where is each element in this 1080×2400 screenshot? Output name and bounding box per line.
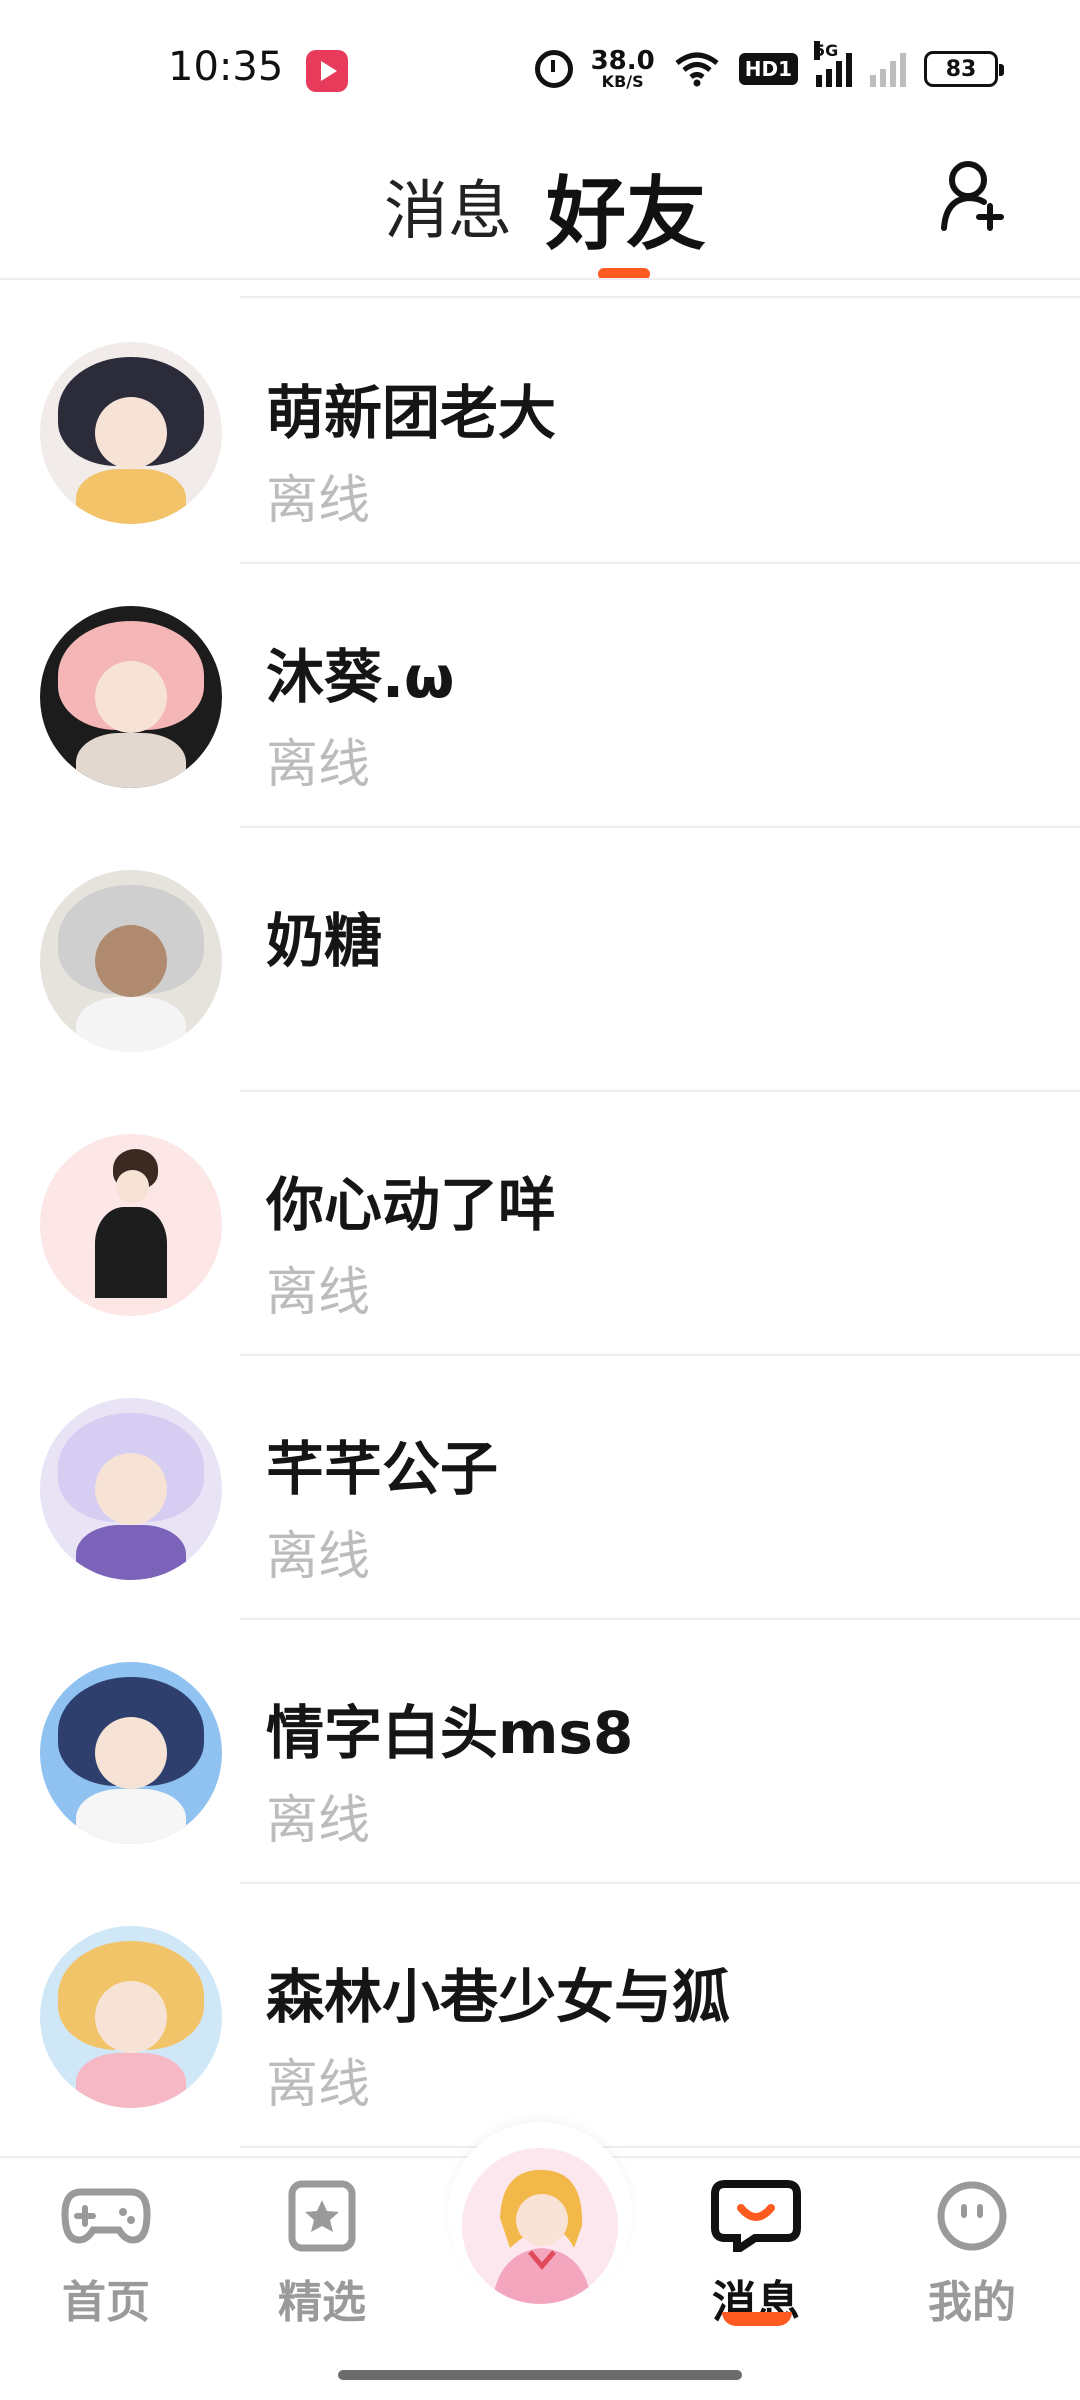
home-indicator[interactable]	[338, 2370, 742, 2380]
avatar[interactable]	[40, 1134, 222, 1316]
nav-active-indicator	[722, 2312, 792, 2326]
gamepad-icon	[61, 2188, 151, 2244]
tab-friends[interactable]: 好友	[546, 150, 706, 266]
friend-status: 离线	[266, 735, 371, 795]
list-top-divider	[240, 296, 1080, 298]
network-type: 5G	[814, 41, 839, 60]
alarm-icon	[534, 50, 573, 88]
nav-messages[interactable]: 消息	[676, 2180, 836, 2330]
list-item[interactable]: 奶糖	[0, 828, 1080, 1092]
friend-status: 离线	[266, 1263, 371, 1323]
status-bar: 10:35 38.0 KB/S HD1 5G 83	[0, 0, 1080, 120]
avatar[interactable]	[40, 1662, 222, 1844]
friend-name: 你心动了咩	[266, 1171, 557, 1239]
avatar[interactable]	[40, 1926, 222, 2108]
tab-messages[interactable]: 消息	[384, 160, 512, 252]
friend-name: 森林小巷少女与狐	[266, 1963, 731, 2031]
avatar-center-icon[interactable]	[462, 2148, 618, 2304]
wifi-icon	[675, 52, 719, 87]
status-icons: 38.0 KB/S HD1 5G 83	[534, 41, 1004, 94]
row-divider	[240, 2146, 1080, 2148]
status-time: 10:35	[168, 44, 284, 90]
header: 消息 好友	[0, 120, 1080, 280]
friend-name: 萌新团老大	[266, 379, 557, 447]
list-item[interactable]: 萌新团老大 离线	[0, 300, 1080, 564]
nav-label-home: 首页	[62, 2277, 150, 2328]
avatar[interactable]	[40, 870, 222, 1052]
face-icon	[937, 2181, 1007, 2251]
list-item[interactable]: 情字白头ms8 离线	[0, 1620, 1080, 1884]
list-item[interactable]: 沐葵.ω 离线	[0, 564, 1080, 828]
battery-icon: 83	[924, 51, 1004, 87]
avatar[interactable]	[40, 1398, 222, 1580]
nav-home[interactable]: 首页	[26, 2180, 186, 2330]
list-item[interactable]: 你心动了咩 离线	[0, 1092, 1080, 1356]
header-divider	[0, 278, 1080, 280]
signal-icon: 5G	[814, 41, 852, 87]
nav-label-me: 我的	[928, 2277, 1016, 2328]
screen: 10:35 38.0 KB/S HD1 5G 83 消息 好友 萌新团老大 离线…	[0, 0, 1080, 2400]
center-avatar-art	[462, 2148, 618, 2304]
friend-status: 离线	[266, 1791, 371, 1851]
friend-name: 芊芊公子	[266, 1435, 499, 1503]
add-friend-icon[interactable]	[938, 158, 1008, 232]
friends-list: 萌新团老大 离线 沐葵.ω 离线 奶糖 你心动了咩 离线 芊芊公子 离线 情字白…	[0, 300, 1080, 2148]
star-bookmark-icon	[288, 2180, 356, 2252]
signal-icon-no-sim	[870, 51, 906, 87]
chat-bubble-icon	[711, 2180, 801, 2258]
hd-icon: HD1	[738, 53, 798, 85]
nav-me[interactable]: 我的	[892, 2180, 1052, 2330]
notification-app-icon	[306, 50, 348, 92]
friend-name: 沐葵.ω	[266, 643, 455, 711]
list-item[interactable]: 森林小巷少女与狐 离线	[0, 1884, 1080, 2148]
nav-featured[interactable]: 精选	[242, 2180, 402, 2330]
speed-value: 38.0	[590, 46, 655, 76]
friend-status: 离线	[266, 471, 371, 531]
friend-name: 奶糖	[266, 907, 383, 975]
friend-status: 离线	[266, 1527, 371, 1587]
avatar[interactable]	[40, 342, 222, 524]
friend-name: 情字白头ms8	[266, 1699, 634, 1767]
list-item[interactable]: 芊芊公子 离线	[0, 1356, 1080, 1620]
avatar[interactable]	[40, 606, 222, 788]
friend-status: 离线	[266, 2055, 371, 2115]
nav-label-featured: 精选	[278, 2277, 366, 2328]
speed-unit: KB/S	[601, 72, 644, 91]
network-speed: 38.0 KB/S	[591, 48, 655, 90]
